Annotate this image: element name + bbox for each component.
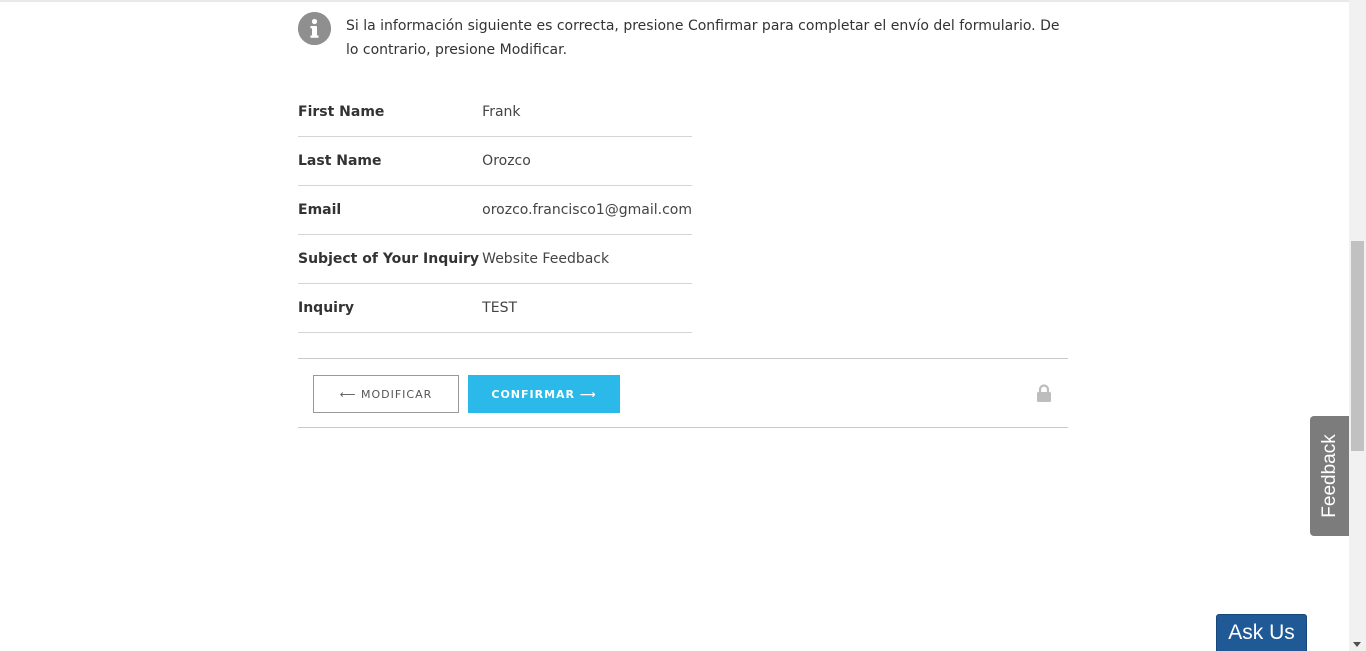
form-actions: ⟵ MODIFICAR CONFIRMAR ⟶ [298,358,1068,428]
field-label: Inquiry [298,283,483,333]
page: Si la información siguiente es correcta,… [0,0,1366,651]
table-row: Subject of Your Inquiry Website Feedback [298,234,692,284]
field-label: Email [298,185,483,235]
modify-button[interactable]: ⟵ MODIFICAR [313,375,459,413]
info-icon [298,12,331,45]
table-row: Email orozco.francisco1@gmail.com [298,185,692,235]
review-table: First Name Frank Last Name Orozco Email … [298,88,692,333]
field-label: First Name [298,88,483,137]
scrollbar-thumb[interactable] [1351,241,1364,451]
notice-text: Si la información siguiente es correcta,… [346,18,1060,58]
field-label: Last Name [298,136,483,186]
header-edge [0,0,1349,2]
table-row: First Name Frank [298,88,692,137]
ask-us-button[interactable]: Ask Us [1216,614,1307,651]
scrollbar[interactable] [1349,0,1366,651]
field-label: Subject of Your Inquiry [298,234,483,284]
feedback-tab[interactable]: Feedback [1310,416,1349,536]
scroll-down-icon[interactable] [1353,642,1361,647]
field-value: orozco.francisco1@gmail.com [482,185,692,235]
field-value: Orozco [482,136,692,186]
field-value: TEST [482,283,692,333]
confirm-button[interactable]: CONFIRMAR ⟶ [468,375,620,413]
table-row: Last Name Orozco [298,136,692,186]
feedback-label: Feedback [1318,434,1340,518]
table-row: Inquiry TEST [298,283,692,333]
field-value: Frank [482,88,692,137]
lock-icon [1036,384,1052,402]
field-value: Website Feedback [482,234,692,284]
